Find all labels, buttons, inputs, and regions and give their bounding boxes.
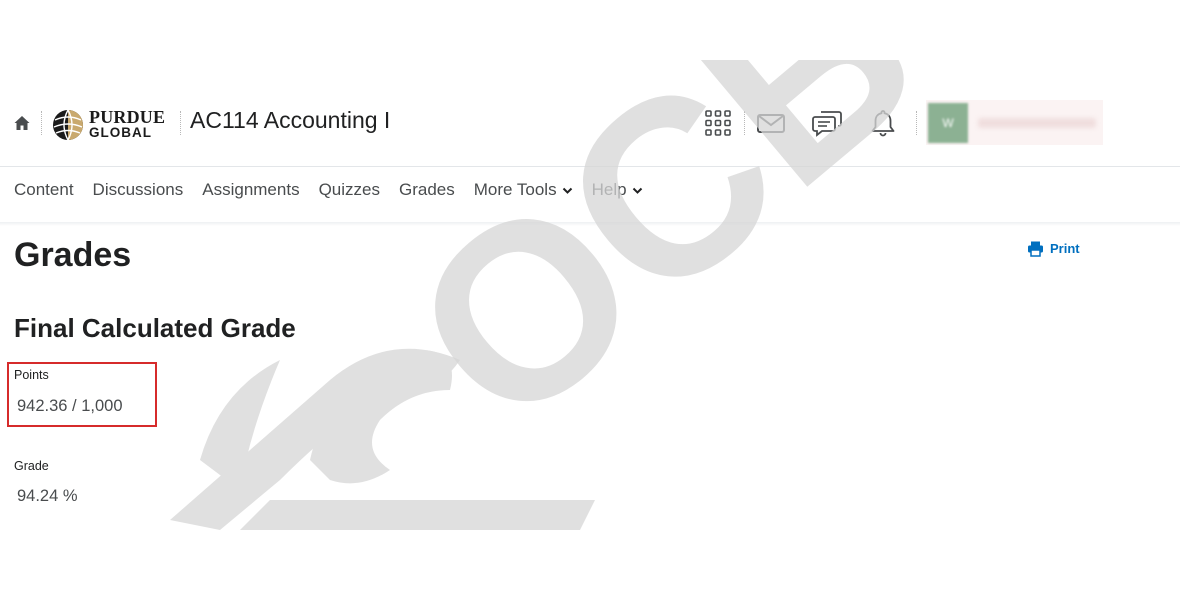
nav-item-assignments[interactable]: Assignments — [202, 180, 299, 200]
nav-item-quizzes[interactable]: Quizzes — [319, 180, 380, 200]
logo-text-global: GLOBAL — [89, 125, 152, 140]
header-divider — [744, 111, 745, 135]
avatar: W — [928, 102, 968, 143]
header-divider — [41, 111, 42, 135]
grade-value: 94.24 % — [17, 487, 78, 505]
chat-bubbles-icon[interactable] — [812, 108, 842, 138]
course-title[interactable]: AC114 Accounting I — [190, 107, 390, 134]
final-grade-heading: Final Calculated Grade — [14, 313, 296, 343]
points-value: 942.36 / 1,000 — [17, 397, 123, 415]
user-name-redacted — [978, 117, 1096, 128]
print-button[interactable]: Print — [1027, 240, 1080, 257]
globe-logo-icon — [53, 109, 83, 141]
printer-icon — [1028, 241, 1043, 257]
page-title: Grades — [14, 236, 132, 274]
home-icon[interactable] — [12, 113, 32, 133]
nav-item-more-tools[interactable]: More Tools — [474, 180, 573, 200]
mail-icon[interactable] — [756, 108, 786, 138]
user-menu[interactable]: W — [926, 100, 1103, 145]
header-divider-line — [0, 166, 1180, 167]
chevron-down-icon — [632, 187, 642, 194]
nav-item-help[interactable]: Help — [592, 180, 643, 200]
grade-label: Grade — [14, 459, 49, 473]
header-divider — [180, 111, 181, 135]
nav-item-content[interactable]: Content — [14, 180, 74, 200]
nav-item-grades[interactable]: Grades — [399, 180, 455, 200]
bell-icon[interactable] — [868, 108, 898, 138]
points-label: Points — [14, 368, 49, 382]
nav-item-discussions[interactable]: Discussions — [93, 180, 184, 200]
logo-text-purdue: PURDUE — [89, 107, 166, 127]
header-divider — [916, 111, 917, 135]
waffle-grid-icon[interactable] — [703, 108, 733, 138]
purdue-global-logo[interactable]: PURDUE GLOBAL — [51, 105, 173, 145]
print-label: Print — [1050, 241, 1080, 256]
course-navbar: Content Discussions Assignments Quizzes … — [14, 180, 662, 200]
chevron-down-icon — [562, 187, 572, 194]
navbar-shadow — [0, 222, 1180, 226]
top-header: PURDUE GLOBAL AC114 Accounting I W — [0, 95, 1180, 153]
